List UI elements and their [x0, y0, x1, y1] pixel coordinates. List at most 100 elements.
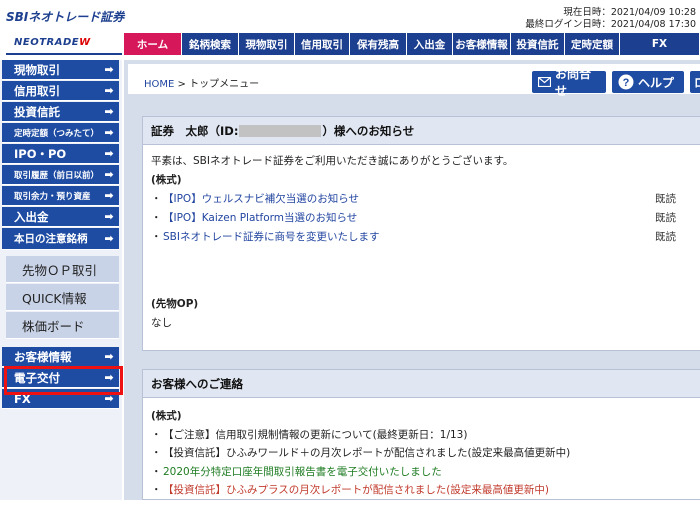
logo[interactable]: SBIネオトレード証券 — [6, 8, 124, 25]
sidebar-item-label: お客様情報 — [14, 349, 72, 364]
nav-customer-info[interactable]: お客様情報 — [453, 33, 511, 55]
current-datetime: 現在日時：2021/04/09 10:28 — [563, 7, 696, 18]
contact-item-text[interactable]: 【投資信託】ひふみワールド＋の月次レポートが配信されました(設定来最高値更新中) — [163, 444, 570, 463]
logo-underline — [6, 53, 122, 55]
contact-item-text[interactable]: 2020年分特定口座年間取引報告書を電子交付いたしました — [163, 463, 442, 482]
contact-item[interactable]: ・ 【ご注意】信用取引規制情報の更新について(最終更新日：1/13) — [151, 426, 695, 445]
help-label: ヘルプ — [638, 75, 675, 90]
contact-button[interactable]: お問合せ — [532, 67, 606, 98]
sidebar-item-trade-history[interactable]: 取引履歴（前日以前） ➡ — [2, 165, 119, 185]
bullet: ・ — [151, 484, 162, 496]
news-status: 既読 — [655, 193, 676, 205]
contact-item[interactable]: ・ 2020年分特定口座年間取引報告書を電子交付いたしました — [151, 463, 695, 482]
help-button[interactable]: ? ヘルプ — [612, 71, 684, 93]
sidebar-item-ipo-po[interactable]: IPO・PO ➡ — [2, 144, 119, 164]
notice-panel-body: 平素は、SBIネオトレード証券をご利用いただき誠にありがとうございます。 (株式… — [143, 145, 700, 340]
arrow-right-icon: ➡ — [104, 168, 114, 181]
nav-cash-trade[interactable]: 現物取引 — [239, 33, 295, 55]
last-login: 最終ログイン日時：2021/04/08 17:30 — [525, 19, 696, 30]
sidebar-item-label: IPO・PO — [14, 146, 67, 161]
nav-deposit[interactable]: 入出金 — [407, 33, 453, 55]
notice-title-prefix: 証券 太郎（ID: — [151, 123, 239, 138]
sidebar-sub-price-board[interactable]: 株価ボード — [6, 312, 119, 339]
contact-panel-title: お客様へのご連絡 — [143, 370, 700, 398]
sidebar-item-label: 取引履歴（前日以前） — [14, 170, 100, 181]
section-futures-label: (先物OP) — [151, 298, 199, 310]
contact-item[interactable]: ・ 【投資信託】ひふみプラスの月次レポートが配信されました(設定来最高値更新中) — [151, 481, 695, 500]
arrow-right-icon: ➡ — [104, 105, 114, 118]
futures-text: なし — [151, 317, 172, 329]
nav-margin-trade[interactable]: 信用取引 — [295, 33, 350, 55]
sidebar-item-label: 入出金 — [14, 209, 49, 224]
breadcrumb-current: トップメニュー — [189, 79, 260, 90]
sidebar-item-mutual-fund[interactable]: 投資信託 ➡ — [2, 102, 119, 122]
nav-stock-search[interactable]: 銘柄検索 — [182, 33, 239, 55]
notice-panel-title: 証券 太郎（ID: ）様へのお知らせ — [143, 117, 700, 145]
arrow-right-icon: ➡ — [104, 350, 114, 363]
contact-item[interactable]: ・ 【投資信託】ひふみワールド＋の月次レポートが配信されました(設定来最高値更新… — [151, 444, 695, 463]
arrow-right-icon: ➡ — [104, 84, 114, 97]
sidebar-item-cash-trade[interactable]: 現物取引 ➡ — [2, 60, 119, 80]
bullet: ・ — [151, 428, 162, 441]
news-title[interactable]: SBIネオトレード証券に商号を変更いたします — [163, 228, 655, 247]
section-stock-label: (株式) — [151, 174, 182, 186]
svg-text:?: ? — [623, 77, 630, 89]
contact-section-stock-label: (株式) — [151, 410, 182, 422]
sidebar-item-customer-info[interactable]: お客様情報 ➡ — [2, 347, 119, 367]
arrow-right-icon: ➡ — [104, 126, 114, 139]
neotrade-mark: W — [79, 37, 91, 48]
breadcrumb-home[interactable]: HOME — [144, 79, 174, 90]
nav-mutual-fund[interactable]: 投資信託 — [511, 33, 565, 55]
arrow-right-icon: ➡ — [104, 210, 114, 223]
bullet: ・ — [151, 193, 162, 205]
sidebar-sub-quick-info[interactable]: QUICK情報 — [6, 284, 119, 311]
logout-button[interactable]: ロ — [690, 71, 700, 93]
contact-label: お問合せ — [555, 67, 592, 98]
neotrade-logo: NEOTRADEW — [14, 37, 91, 48]
sidebar-item-tsumitate[interactable]: 定時定額（つみたて） ➡ — [2, 123, 119, 143]
sidebar-item-deposit[interactable]: 入出金 ➡ — [2, 207, 119, 227]
breadcrumb: HOME > トップメニュー — [144, 75, 259, 90]
arrow-right-icon: ➡ — [104, 147, 114, 160]
news-title[interactable]: 【IPO】ウェルスナビ補欠当選のお知らせ — [163, 190, 655, 209]
neotrade-text: NEOTRADE — [14, 37, 80, 48]
sidebar-item-label: 取引余力・預り資産 — [14, 191, 91, 202]
sidebar: 現物取引 ➡ 信用取引 ➡ 投資信託 ➡ 定時定額（つみたて） ➡ IPO・PO ➡ 取引… — [0, 60, 122, 500]
sidebar-item-label: 現物取引 — [14, 62, 60, 77]
contact-item-text[interactable]: 【投資信託】ひふみプラスの月次レポートが配信されました(設定来最高値更新中) — [163, 481, 549, 500]
bullet: ・ — [151, 231, 162, 243]
bullet: ・ — [151, 447, 162, 459]
sidebar-item-label: 定時定額（つみたて） — [14, 128, 100, 139]
bullet: ・ — [151, 465, 162, 478]
global-nav: ホーム 銘柄検索 現物取引 信用取引 保有残高 入出金 お客様情報 投資信託 定… — [124, 33, 700, 55]
sidebar-item-label: 本日の注意銘柄 — [14, 233, 88, 245]
breadcrumb-separator: > — [174, 79, 190, 90]
header-info: 現在日時：2021/04/09 10:28 最終ログイン日時：2021/04/0… — [525, 7, 696, 31]
sidebar-item-buying-power[interactable]: 取引余力・預り資産 ➡ — [2, 186, 119, 206]
greeting-text: 平素は、SBIネオトレード証券をご利用いただき誠にありがとうございます。 — [151, 155, 514, 167]
nav-home[interactable]: ホーム — [124, 33, 182, 55]
arrow-right-icon: ➡ — [104, 232, 114, 245]
masked-id — [239, 124, 322, 137]
arrow-right-icon: ➡ — [104, 189, 114, 202]
mail-icon — [538, 77, 551, 87]
sidebar-item-margin-trade[interactable]: 信用取引 ➡ — [2, 81, 119, 101]
contact-item-text[interactable]: 【ご注意】信用取引規制情報の更新について(最終更新日：1/13) — [163, 426, 467, 445]
topbar: HOME > トップメニュー お問合せ ? ヘルプ ロ — [128, 64, 700, 98]
nav-fixed-amount[interactable]: 定時定額 — [565, 33, 620, 55]
news-item[interactable]: ・ 【IPO】ウェルスナビ補欠当選のお知らせ 既読 — [151, 190, 695, 209]
arrow-right-icon: ➡ — [104, 63, 114, 76]
news-title[interactable]: 【IPO】Kaizen Platform当選のお知らせ — [163, 209, 655, 228]
main-content: HOME > トップメニュー お問合せ ? ヘルプ ロ 証券 太郎（ID: ）様へ… — [124, 60, 700, 500]
sidebar-item-caution-stocks[interactable]: 本日の注意銘柄 ➡ — [2, 228, 119, 250]
notice-panel: 証券 太郎（ID: ）様へのお知らせ 平素は、SBIネオトレード証券をご利用いただ… — [142, 116, 700, 351]
nav-fx[interactable]: FX — [620, 33, 700, 55]
nav-holdings[interactable]: 保有残高 — [350, 33, 407, 55]
sidebar-item-label: 投資信託 — [14, 104, 60, 119]
news-item[interactable]: ・ SBIネオトレード証券に商号を変更いたします 既読 — [151, 228, 695, 247]
sidebar-sub-futures-op[interactable]: 先物ＯＰ取引 — [6, 256, 119, 283]
news-item[interactable]: ・ 【IPO】Kaizen Platform当選のお知らせ 既読 — [151, 209, 695, 228]
bullet: ・ — [151, 212, 162, 224]
contact-panel: お客様へのご連絡 (株式) ・ 【ご注意】信用取引規制情報の更新について(最終更… — [142, 369, 700, 500]
